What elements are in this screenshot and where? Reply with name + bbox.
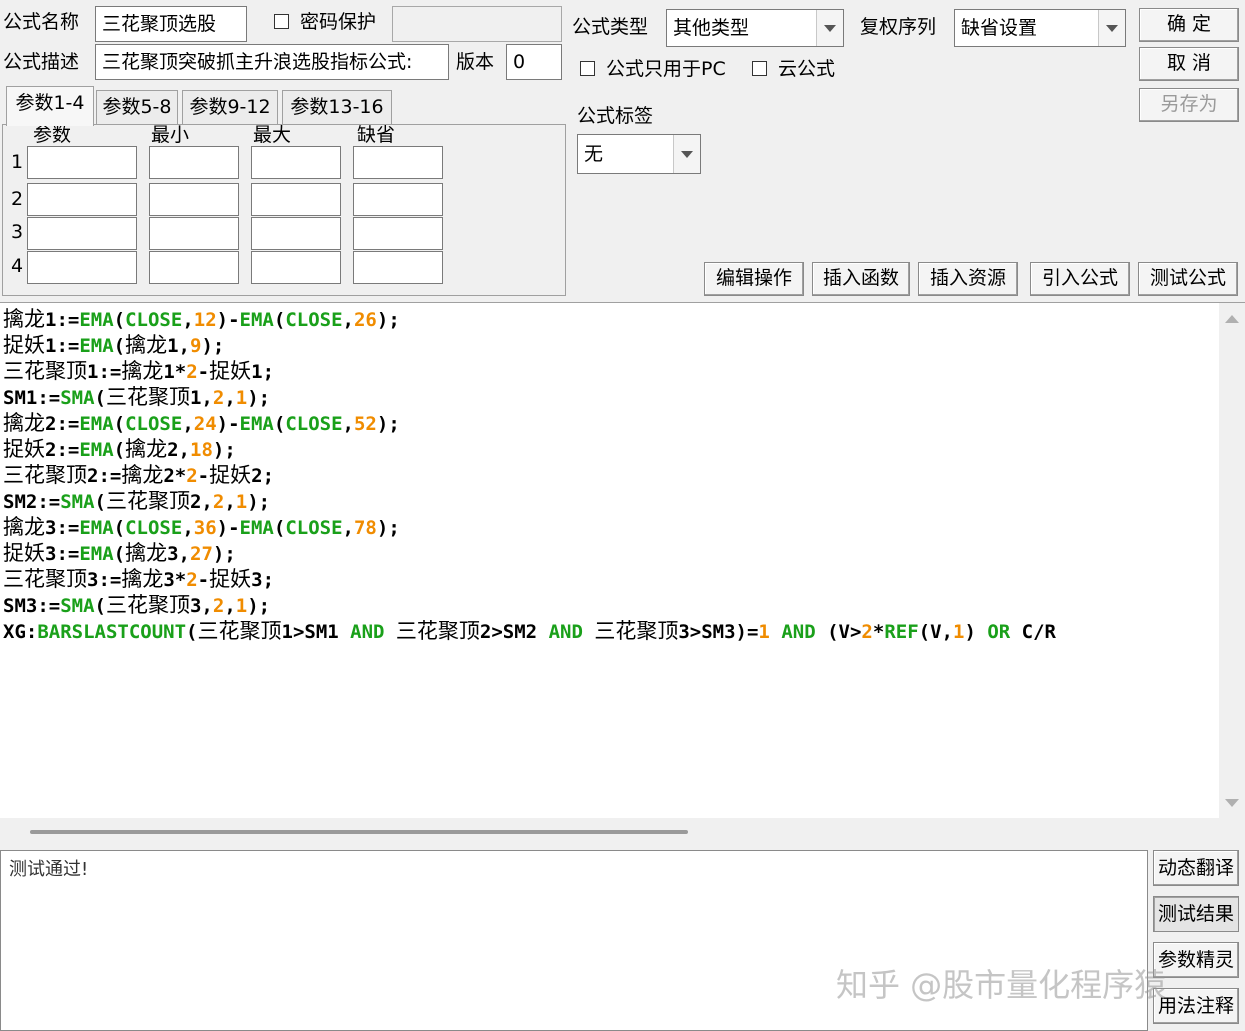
dynamic-translate-button[interactable]: 动态翻译 xyxy=(1153,850,1239,886)
param-header-max: 最大 xyxy=(253,124,292,146)
params-panel: 参数 最小 最大 缺省 1 2 3 4 xyxy=(2,124,566,296)
tab-params-5-8[interactable]: 参数5-8 xyxy=(96,90,178,124)
formula-name-label: 公式名称 xyxy=(3,11,80,33)
param-max-field[interactable] xyxy=(251,146,341,179)
ok-button[interactable]: 确 定 xyxy=(1139,8,1239,42)
param-default-field[interactable] xyxy=(353,217,443,250)
tab-params-9-12[interactable]: 参数9-12 xyxy=(182,90,278,124)
param-default-field[interactable] xyxy=(353,146,443,179)
code-line[interactable]: 三花聚顶2:=擒龙2*2-捉妖2; xyxy=(3,462,1056,488)
param-min-field[interactable] xyxy=(149,183,239,216)
scrollbar-thumb[interactable] xyxy=(30,830,688,834)
formula-desc-label: 公式描述 xyxy=(3,51,80,73)
code-line[interactable]: SM2:=SMA(三花聚顶2,2,1); xyxy=(3,488,1056,514)
formula-type-label: 公式类型 xyxy=(572,16,649,38)
version-label: 版本 xyxy=(456,51,495,73)
test-result-button[interactable]: 测试结果 xyxy=(1153,896,1239,932)
test-result-text: 测试通过! xyxy=(9,859,89,880)
param-min-field[interactable] xyxy=(149,217,239,250)
tab-params-1-4[interactable]: 参数1-4 xyxy=(6,86,94,126)
vertical-scrollbar[interactable] xyxy=(1219,303,1245,819)
test-formula-button[interactable]: 测试公式 xyxy=(1138,262,1238,296)
formula-desc-input[interactable]: 三花聚顶突破抓主升浪选股指标公式: xyxy=(95,44,449,80)
code-line[interactable]: XG:BARSLASTCOUNT(三花聚顶1>SM1 AND 三花聚顶2>SM2… xyxy=(3,618,1056,644)
adjust-series-select[interactable]: 缺省设置 xyxy=(954,9,1126,47)
param-default-field[interactable] xyxy=(353,183,443,216)
param-name-field[interactable] xyxy=(27,183,137,216)
formula-type-value: 其他类型 xyxy=(673,17,750,39)
password-checkbox[interactable] xyxy=(274,14,289,29)
param-row-number: 3 xyxy=(11,221,24,243)
param-max-field[interactable] xyxy=(251,183,341,216)
insert-function-button[interactable]: 插入函数 xyxy=(812,262,910,296)
code-line[interactable]: 捉妖2:=EMA(擒龙2,18); xyxy=(3,436,1056,462)
edit-operations-button[interactable]: 编辑操作 xyxy=(704,262,804,296)
formula-tag-select[interactable]: 无 xyxy=(577,134,701,174)
version-input[interactable]: 0 xyxy=(506,44,562,80)
code-line[interactable]: 擒龙2:=EMA(CLOSE,24)-EMA(CLOSE,52); xyxy=(3,410,1056,436)
formula-tag-label: 公式标签 xyxy=(577,105,654,127)
param-name-field[interactable] xyxy=(27,251,137,284)
formula-name-input[interactable]: 三花聚顶选股 xyxy=(95,6,247,42)
save-as-button[interactable]: 另存为 xyxy=(1139,88,1239,122)
param-header-min: 最小 xyxy=(151,124,190,146)
code-line[interactable]: SM3:=SMA(三花聚顶3,2,1); xyxy=(3,592,1056,618)
code-text[interactable]: 擒龙1:=EMA(CLOSE,12)-EMA(CLOSE,26); 捉妖1:=EM… xyxy=(3,306,1056,644)
password-input[interactable] xyxy=(392,6,562,42)
code-line[interactable]: 捉妖1:=EMA(擒龙1,9); xyxy=(3,332,1056,358)
param-max-field[interactable] xyxy=(251,251,341,284)
code-line[interactable]: 擒龙1:=EMA(CLOSE,12)-EMA(CLOSE,26); xyxy=(3,306,1056,332)
code-line[interactable]: SM1:=SMA(三花聚顶1,2,1); xyxy=(3,384,1056,410)
param-header-default: 缺省 xyxy=(357,124,396,146)
param-row-number: 1 xyxy=(11,151,24,173)
param-row-number: 4 xyxy=(11,255,24,277)
formula-type-select[interactable]: 其他类型 xyxy=(666,9,844,47)
insert-resource-button[interactable]: 插入资源 xyxy=(918,262,1018,296)
tab-params-13-16[interactable]: 参数13-16 xyxy=(282,90,392,124)
pc-only-label: 公式只用于PC xyxy=(606,58,726,80)
formula-tag-value: 无 xyxy=(584,143,604,165)
adjust-series-label: 复权序列 xyxy=(860,16,937,38)
adjust-series-value: 缺省设置 xyxy=(961,17,1038,39)
param-row-number: 2 xyxy=(11,188,24,210)
code-line[interactable]: 擒龙3:=EMA(CLOSE,36)-EMA(CLOSE,78); xyxy=(3,514,1056,540)
param-name-field[interactable] xyxy=(27,146,137,179)
chevron-down-icon[interactable] xyxy=(673,135,700,173)
import-formula-button[interactable]: 引入公式 xyxy=(1030,262,1130,296)
cloud-formula-label: 云公式 xyxy=(778,58,836,80)
code-line[interactable]: 三花聚顶1:=擒龙1*2-捉妖1; xyxy=(3,358,1056,384)
code-editor[interactable]: 擒龙1:=EMA(CLOSE,12)-EMA(CLOSE,26); 捉妖1:=EM… xyxy=(0,302,1245,819)
scroll-arrows-icon xyxy=(1225,315,1239,807)
param-min-field[interactable] xyxy=(149,251,239,284)
chevron-down-icon[interactable] xyxy=(1098,10,1125,46)
horizontal-scrollbar[interactable] xyxy=(0,818,1245,848)
cancel-button[interactable]: 取 消 xyxy=(1139,47,1239,81)
watermark: 知乎 @股市量化程序猿 xyxy=(836,966,1167,1004)
code-line[interactable]: 捉妖3:=EMA(擒龙3,27); xyxy=(3,540,1056,566)
cloud-formula-checkbox[interactable] xyxy=(752,61,767,76)
password-label: 密码保护 xyxy=(300,11,377,33)
code-line[interactable]: 三花聚顶3:=擒龙3*2-捉妖3; xyxy=(3,566,1056,592)
param-max-field[interactable] xyxy=(251,217,341,250)
param-name-field[interactable] xyxy=(27,217,137,250)
param-default-field[interactable] xyxy=(353,251,443,284)
chevron-down-icon[interactable] xyxy=(816,10,843,46)
pc-only-checkbox[interactable] xyxy=(580,61,595,76)
param-min-field[interactable] xyxy=(149,146,239,179)
